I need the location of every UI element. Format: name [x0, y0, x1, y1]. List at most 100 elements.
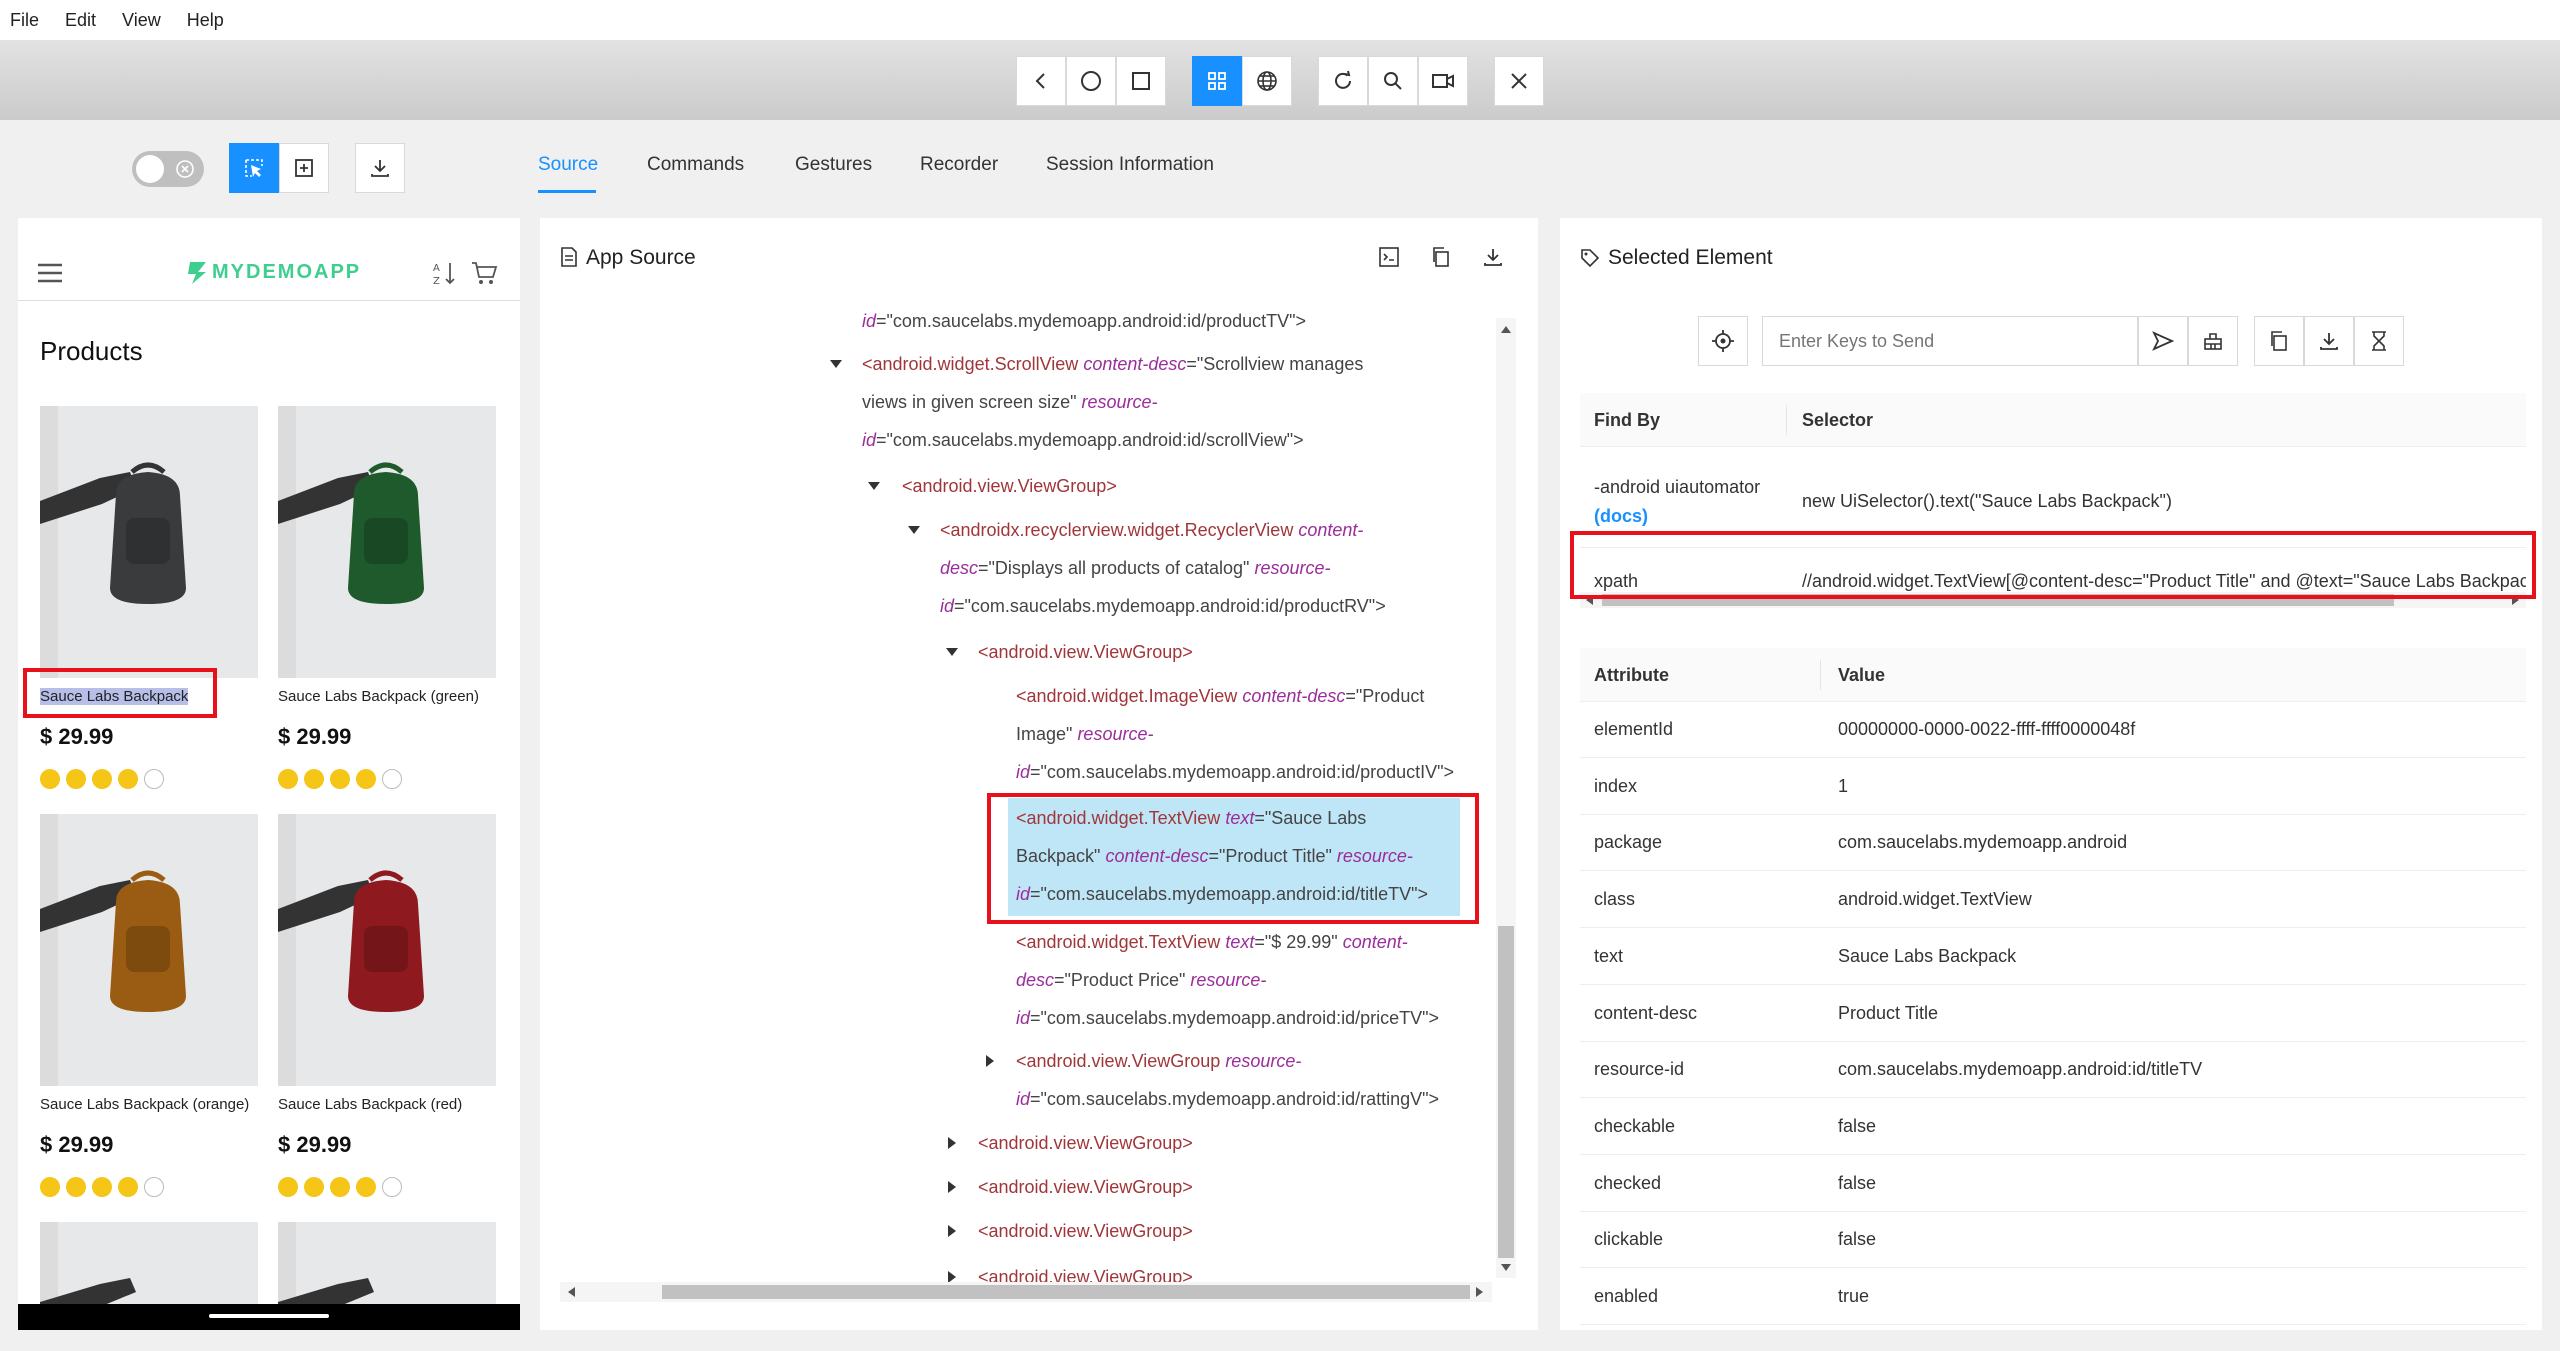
menu-view[interactable]: View — [122, 10, 161, 31]
tab-session-information[interactable]: Session Information — [1046, 154, 1214, 176]
tree-node[interactable]: desc="Product Price" resource- — [1016, 961, 1266, 999]
scroll-up-arrow[interactable] — [1501, 326, 1511, 333]
attribute-value[interactable]: Product Title — [1838, 1003, 1938, 1024]
device-screenshot[interactable]: MYDEMOAPP AZ Products Sauce Labs Backpac… — [18, 218, 520, 1330]
star-icon[interactable] — [66, 769, 86, 789]
tab-commands[interactable]: Commands — [647, 154, 744, 176]
tree-node[interactable]: Image" resource- — [1016, 715, 1153, 753]
attribute-value[interactable]: 00000000-0000-0022-ffff-ffff0000048f — [1838, 719, 2135, 740]
scrollbar-thumb[interactable] — [662, 1285, 1470, 1299]
horizontal-scrollbar[interactable] — [560, 1282, 1492, 1302]
tree-node[interactable]: id="com.saucelabs.mydemoapp.android:id/p… — [1016, 999, 1439, 1037]
tree-node[interactable]: <androidx.recyclerview.widget.RecyclerVi… — [940, 511, 1363, 549]
expand-caret[interactable] — [946, 648, 958, 656]
attribute-value[interactable]: com.saucelabs.mydemoapp.android:id/title… — [1838, 1059, 2202, 1080]
tree-node[interactable]: id="com.saucelabs.mydemoapp.android:id/r… — [1016, 1080, 1439, 1118]
record-button[interactable] — [1418, 56, 1468, 106]
collapse-caret[interactable] — [986, 1055, 994, 1067]
cart-icon[interactable] — [470, 260, 498, 286]
product-name[interactable]: Sauce Labs Backpack (green) — [278, 688, 479, 705]
star-icon[interactable] — [118, 1177, 138, 1197]
get-timing-button[interactable] — [2354, 316, 2404, 366]
menu-file[interactable]: File — [10, 10, 39, 31]
download-screenshot-button[interactable] — [355, 143, 405, 193]
menu-help[interactable]: Help — [187, 10, 224, 31]
collapse-caret[interactable] — [948, 1137, 956, 1149]
collapse-caret[interactable] — [948, 1181, 956, 1193]
product-image[interactable] — [40, 814, 258, 1086]
product-image[interactable] — [40, 406, 258, 678]
inspector-toggle[interactable] — [132, 151, 204, 187]
attribute-value[interactable]: Sauce Labs Backpack — [1838, 946, 2016, 967]
tab-gestures[interactable]: Gestures — [795, 154, 872, 176]
attribute-value[interactable]: com.saucelabs.mydemoapp.android — [1838, 832, 2127, 853]
collapse-caret[interactable] — [948, 1225, 956, 1237]
star-icon[interactable] — [144, 1177, 164, 1197]
star-icon[interactable] — [356, 769, 376, 789]
attribute-value[interactable]: android.widget.TextView — [1838, 889, 2032, 910]
attribute-value[interactable]: true — [1838, 1286, 1869, 1307]
tree-node[interactable]: <android.view.ViewGroup> — [978, 1124, 1193, 1162]
tree-node[interactable]: id="com.saucelabs.mydemoapp.android:id/p… — [862, 302, 1306, 340]
tree-node[interactable]: <android.widget.ImageView content-desc="… — [1016, 677, 1424, 715]
star-icon[interactable] — [144, 769, 164, 789]
tap-element-button[interactable] — [1698, 316, 1748, 366]
product-rating[interactable] — [278, 769, 402, 789]
selector-value[interactable]: new UiSelector().text("Sauce Labs Backpa… — [1802, 491, 2172, 512]
tree-node[interactable]: <android.widget.ScrollView content-desc=… — [862, 345, 1363, 383]
back-button[interactable] — [1016, 56, 1066, 106]
menu-edit[interactable]: Edit — [65, 10, 96, 31]
star-icon[interactable] — [382, 1177, 402, 1197]
scroll-down-arrow[interactable] — [1501, 1264, 1511, 1271]
star-icon[interactable] — [278, 769, 298, 789]
toggle-attributes-button[interactable] — [1378, 246, 1400, 268]
tree-node[interactable]: <android.view.ViewGroup> — [902, 467, 1117, 505]
search-button[interactable] — [1368, 56, 1418, 106]
copy-attributes-button[interactable] — [2254, 316, 2304, 366]
star-icon[interactable] — [330, 769, 350, 789]
product-rating[interactable] — [40, 769, 164, 789]
vertical-scrollbar[interactable] — [1496, 318, 1516, 1278]
quit-session-button[interactable] — [1494, 56, 1544, 106]
native-mode-button[interactable] — [1192, 56, 1242, 106]
tree-node[interactable]: <android.view.ViewGroup> — [978, 633, 1193, 671]
hamburger-menu-icon[interactable] — [36, 262, 64, 284]
web-mode-button[interactable] — [1242, 56, 1292, 106]
download-source-button[interactable] — [1482, 246, 1504, 268]
tree-node[interactable]: id="com.saucelabs.mydemoapp.android:id/p… — [1016, 753, 1454, 791]
expand-caret[interactable] — [868, 482, 880, 490]
star-icon[interactable] — [40, 1177, 60, 1197]
home-button[interactable] — [1066, 56, 1116, 106]
star-icon[interactable] — [304, 769, 324, 789]
star-icon[interactable] — [356, 1177, 376, 1197]
product-name[interactable]: Sauce Labs Backpack (orange) — [40, 1096, 249, 1113]
product-name[interactable]: Sauce Labs Backpack (red) — [278, 1096, 462, 1113]
star-icon[interactable] — [40, 769, 60, 789]
star-icon[interactable] — [118, 769, 138, 789]
attribute-value[interactable]: false — [1838, 1229, 1876, 1250]
sort-icon[interactable]: AZ — [432, 260, 458, 286]
expand-caret[interactable] — [908, 526, 920, 534]
star-icon[interactable] — [304, 1177, 324, 1197]
tree-node[interactable]: id="com.saucelabs.mydemoapp.android:id/s… — [862, 421, 1304, 459]
product-image[interactable] — [40, 1222, 258, 1312]
product-rating[interactable] — [278, 1177, 402, 1197]
send-keys-input[interactable] — [1762, 316, 2138, 366]
tree-node[interactable]: views in given screen size" resource- — [862, 383, 1158, 421]
scroll-right-arrow[interactable] — [1476, 1287, 1483, 1297]
product-image[interactable] — [278, 1222, 496, 1312]
star-icon[interactable] — [66, 1177, 86, 1197]
tree-node[interactable]: desc="Displays all products of catalog" … — [940, 549, 1331, 587]
attribute-value[interactable]: false — [1838, 1116, 1876, 1137]
attribute-value[interactable]: false — [1838, 1173, 1876, 1194]
app-switch-button[interactable] — [1116, 56, 1166, 106]
tab-recorder[interactable]: Recorder — [920, 154, 998, 176]
product-image[interactable] — [278, 814, 496, 1086]
tree-node[interactable]: <android.view.ViewGroup resource- — [1016, 1042, 1301, 1080]
tap-coordinates-button[interactable] — [279, 143, 329, 193]
star-icon[interactable] — [330, 1177, 350, 1197]
tree-node[interactable]: <android.view.ViewGroup> — [978, 1168, 1193, 1206]
star-icon[interactable] — [278, 1177, 298, 1197]
scroll-left-arrow[interactable] — [568, 1287, 575, 1297]
tree-node[interactable]: <android.view.ViewGroup> — [978, 1212, 1193, 1250]
